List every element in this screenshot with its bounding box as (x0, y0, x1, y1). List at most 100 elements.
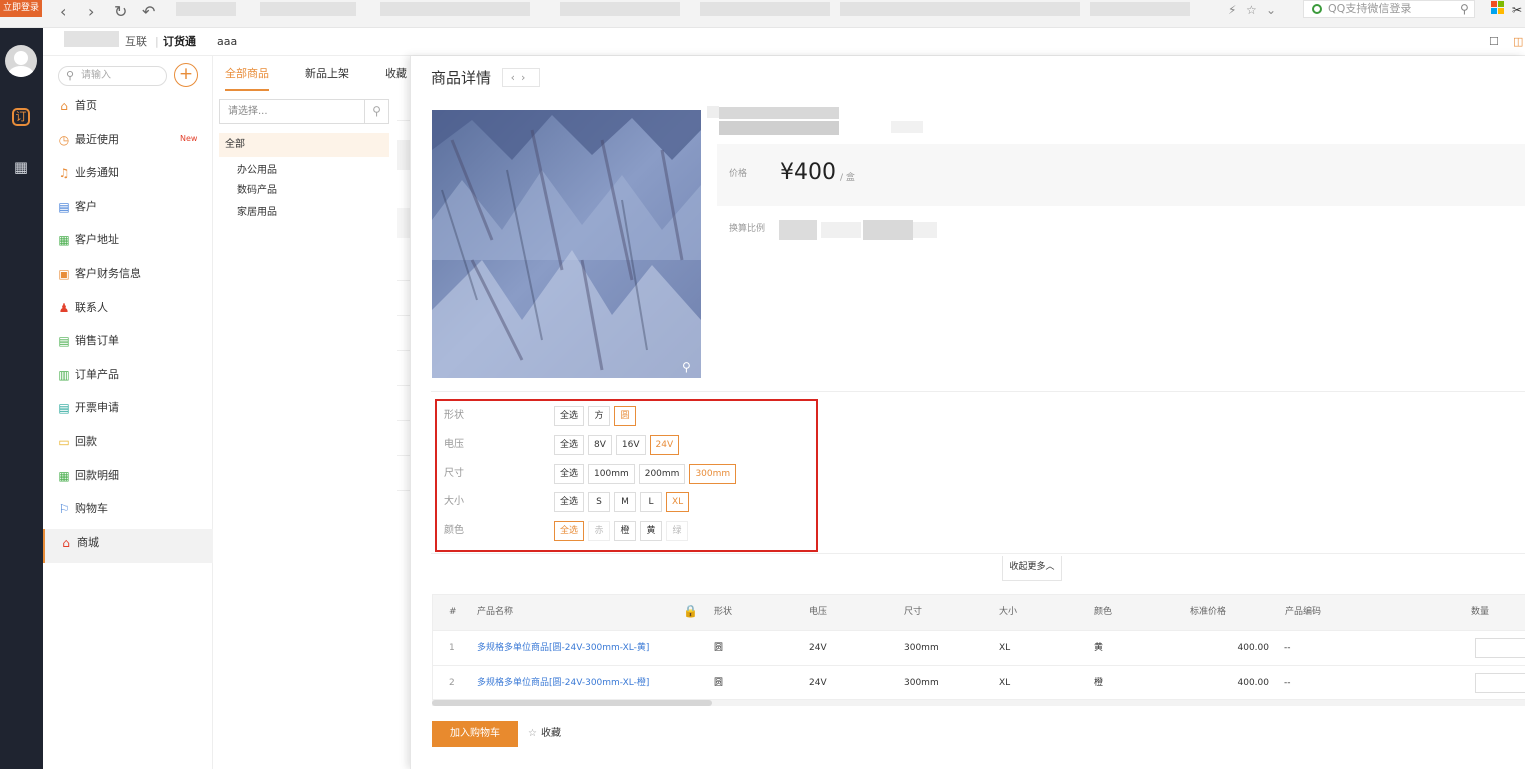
favorite-button[interactable]: ☆ 收藏 (528, 727, 561, 741)
product-image[interactable] (432, 110, 701, 378)
browser-toolbar: 立即登录 ‹ › ↻ ↶ ⚡ ☆ ⌄ QQ支持微信登录 ⚲ ✂ (0, 0, 1525, 28)
spec-option[interactable]: 全选 (554, 434, 585, 455)
spec-option[interactable]: 橙 (614, 521, 637, 542)
spec-option[interactable]: 圆 (614, 406, 637, 426)
spec-option[interactable]: 8V (588, 434, 612, 455)
category-item[interactable]: 家居用品 (237, 206, 277, 220)
tab-new-products[interactable]: 新品上架 (305, 66, 349, 82)
table-cell: 橙 (1094, 678, 1104, 688)
spec-row: 电压 全选 8V 16V 24V (444, 434, 804, 455)
sidebar-item[interactable]: ▤ 销售订单 (43, 327, 213, 361)
quantity-input[interactable] (1475, 638, 1525, 658)
spec-name: 形状 (444, 410, 464, 421)
app-rail: 订 ▦ (0, 28, 43, 769)
category-all[interactable]: 全部 (219, 133, 389, 157)
note-icon[interactable]: ☐ (1489, 35, 1499, 49)
spec-option[interactable]: S (588, 492, 611, 513)
sidebar-item[interactable]: ▥ 订单产品 (43, 361, 213, 395)
category-select[interactable]: 请选择... ⚲ (219, 99, 389, 124)
blurred-product-name (719, 121, 839, 135)
org-name: 互联 (125, 35, 147, 48)
cut-icon[interactable]: ✂ (1512, 2, 1522, 18)
spec-options: 全选 8V 16V 24V (554, 434, 683, 455)
spec-option[interactable]: 全选 (554, 521, 585, 542)
apps-icon[interactable] (1491, 1, 1505, 15)
browser-search-box[interactable]: QQ支持微信登录 (1303, 0, 1475, 18)
blurred-ratio (821, 222, 861, 238)
sidebar-item[interactable]: ⌂ 首页 (43, 92, 213, 126)
sidebar-item[interactable]: ▣ 客户财务信息 (43, 260, 213, 294)
spec-option[interactable]: 全选 (554, 463, 585, 484)
blurred-tab (560, 2, 680, 16)
sidebar-item[interactable]: ▤ 客户 (43, 193, 213, 227)
star-icon[interactable]: ☆ (1246, 2, 1257, 18)
sidebar-item-label: 订单产品 (75, 367, 119, 381)
search-icon[interactable]: ⚲ (1460, 1, 1469, 17)
sidebar-item[interactable]: ♫ 业务通知 (43, 159, 213, 193)
spec-option[interactable]: 24V (649, 434, 680, 455)
flag-icon: ⚐ (58, 502, 70, 517)
building-icon[interactable]: ▦ (10, 156, 32, 178)
table-scrollbar[interactable] (432, 700, 712, 706)
table-cell: 圆 (714, 678, 724, 688)
sidebar-item[interactable]: ▭ 回款 (43, 428, 213, 462)
price-box: 价格 ¥400 / 盒 (717, 144, 1525, 206)
avatar[interactable] (5, 45, 37, 77)
spec-option[interactable]: XL (666, 492, 690, 513)
restore-icon[interactable]: ↶ (142, 3, 155, 21)
col-dimension: 大小 (999, 607, 1018, 617)
sidebar-item[interactable]: ▦ 客户地址 (43, 226, 213, 260)
refresh-icon[interactable]: ↻ (114, 3, 127, 21)
forward-icon[interactable]: › (88, 3, 94, 21)
category-item[interactable]: 办公用品 (237, 164, 277, 178)
sidebar-item[interactable]: ◷ 最近使用 New (43, 126, 213, 160)
sidebar-item[interactable]: ⌂ 商城 (43, 528, 213, 563)
zoom-icon[interactable]: ⚲ (682, 360, 691, 374)
spec-option[interactable]: 100mm (588, 463, 635, 484)
table-cell: 圆 (714, 643, 724, 653)
col-shape: 形状 (714, 607, 733, 617)
spec-option[interactable]: 全选 (554, 492, 585, 513)
spec-option[interactable]: M (614, 492, 637, 513)
sidebar-item[interactable]: ▦ 回款明细 (43, 462, 213, 496)
customer-icon: ▤ (58, 199, 70, 214)
tab-favorites[interactable]: 收藏 (385, 66, 407, 82)
col-product-code: 产品编码 (1285, 607, 1322, 617)
login-button[interactable]: 立即登录 (0, 0, 42, 17)
spec-option[interactable]: 全选 (554, 406, 585, 426)
chevron-down-icon[interactable]: ⌄ (1266, 2, 1276, 18)
quantity-input[interactable] (1475, 673, 1525, 693)
spec-option[interactable]: 200mm (638, 463, 686, 484)
blurred-text (707, 106, 719, 118)
tab-all-products[interactable]: 全部商品 (225, 66, 269, 91)
category-item[interactable]: 数码产品 (237, 184, 277, 198)
table-header: # 产品名称 🔒 形状 电压 尺寸 大小 颜色 标准价格 产品编码 数量 (433, 595, 1525, 630)
spec-option[interactable]: L (640, 492, 663, 513)
bolt-icon[interactable]: ⚡ (1228, 2, 1236, 18)
col-std-price: 标准价格 (1190, 607, 1227, 617)
spec-option[interactable]: 黄 (640, 521, 663, 542)
spec-option[interactable]: 赤 (588, 521, 611, 542)
collapse-more-button[interactable]: 收起更多︿ (1002, 556, 1062, 581)
spec-option[interactable]: 16V (615, 434, 646, 455)
product-name-link[interactable]: 多规格多单位商品[圆-24V-300mm-XL-黄] (477, 642, 649, 654)
lock-icon[interactable]: 🔒 (683, 604, 698, 618)
spec-option[interactable]: 绿 (666, 521, 689, 542)
spec-name: 颜色 (444, 525, 464, 537)
spec-option[interactable]: 方 (588, 406, 611, 426)
table-cell: XL (999, 678, 1011, 688)
order-app-icon[interactable]: 订 (12, 108, 30, 126)
back-icon[interactable]: ‹ (60, 3, 66, 21)
spec-option[interactable]: 300mm (689, 463, 737, 484)
search-input[interactable]: ⚲ 请输入 (58, 66, 167, 86)
prev-next-arrows[interactable]: ‹› (502, 68, 540, 87)
sidebar-item[interactable]: ⚐ 购物车 (43, 495, 213, 529)
sidebar-item[interactable]: ♟ 联系人 (43, 294, 213, 328)
product-name-link[interactable]: 多规格多单位商品[圆-24V-300mm-XL-橙] (477, 677, 649, 689)
add-to-cart-button[interactable]: 加入购物车 (432, 721, 518, 747)
sidebar-item[interactable]: ▤ 开票申请 (43, 394, 213, 428)
col-index: # (449, 607, 457, 617)
search-icon[interactable]: ⚲ (364, 100, 388, 123)
add-button[interactable]: + (174, 63, 198, 87)
panel-icon[interactable]: ◫ (1513, 35, 1523, 49)
